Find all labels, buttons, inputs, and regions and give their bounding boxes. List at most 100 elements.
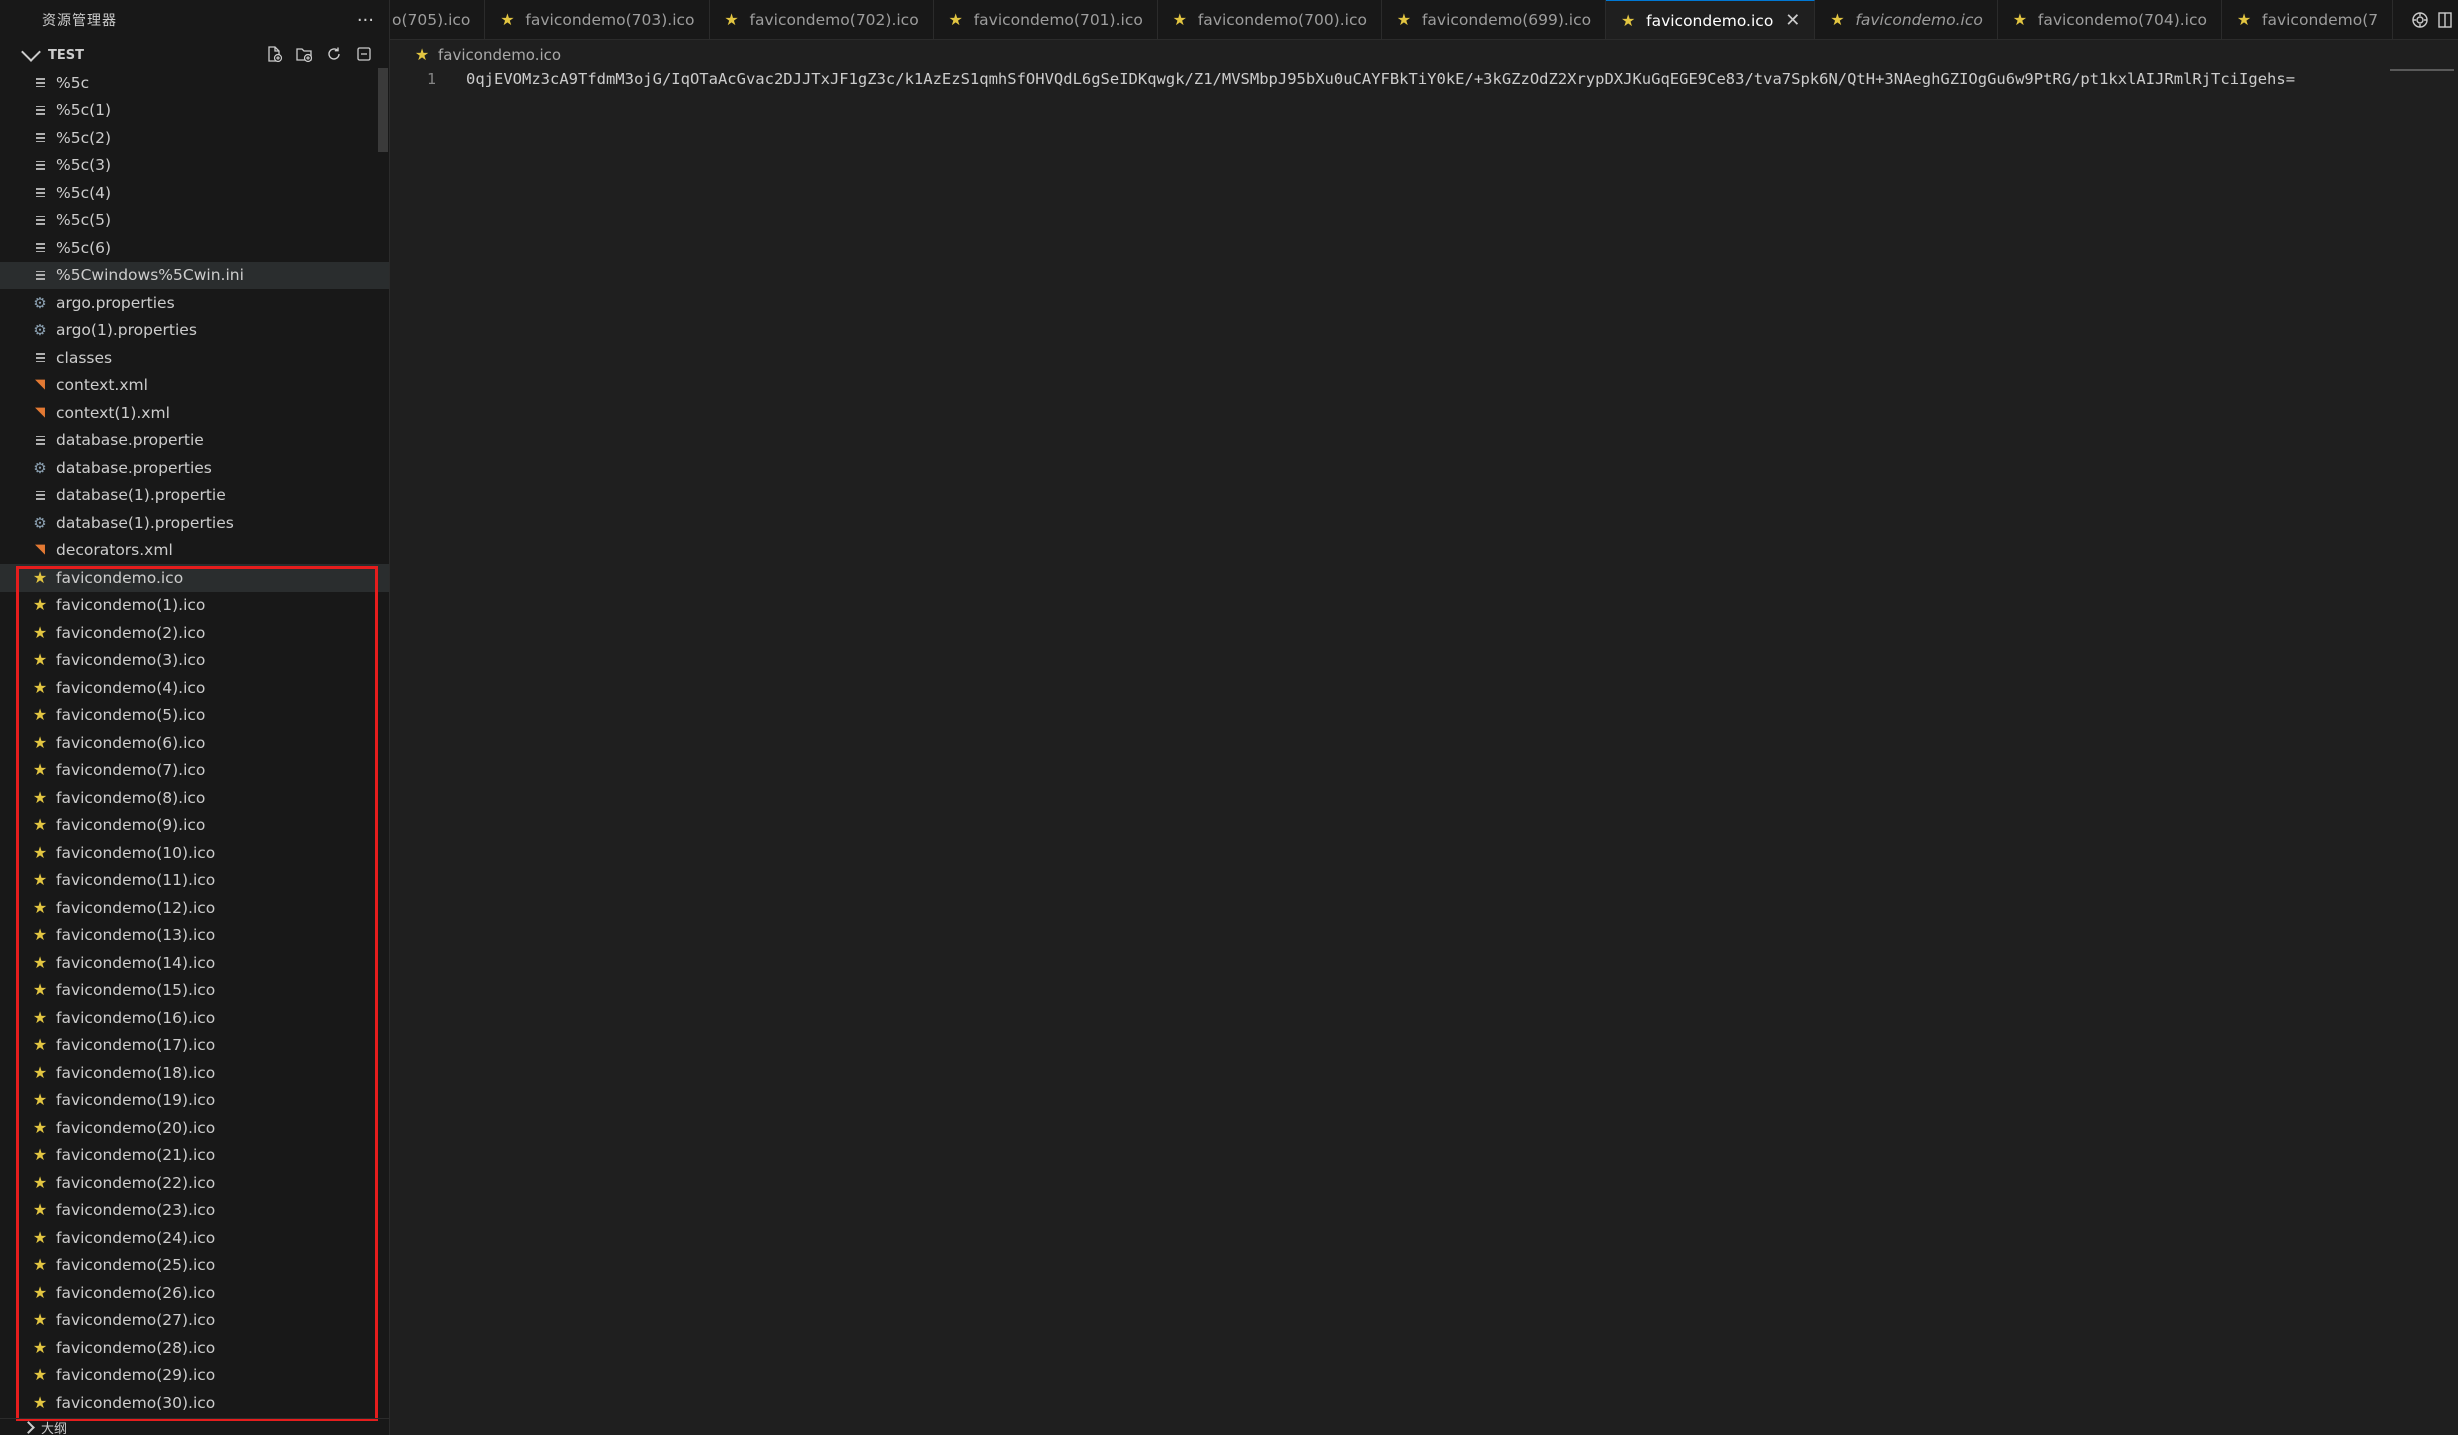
tab-label: favicondemo(704).ico xyxy=(2037,11,2207,29)
more-actions-button[interactable]: ··· xyxy=(357,10,374,31)
file-item[interactable]: ★ favicondemo(30).ico xyxy=(0,1389,389,1417)
file-item[interactable]: ⚙ argo.properties xyxy=(0,289,389,317)
text-file-icon xyxy=(32,240,48,256)
file-item[interactable]: ★ favicondemo(20).ico xyxy=(0,1114,389,1142)
file-tree: %5c %5c(1) %5c(2) %5c(3) %5c(4) %5c(5) %5c(6)%… xyxy=(0,69,389,1417)
new-folder-button[interactable] xyxy=(294,44,314,64)
file-item[interactable]: ★ favicondemo(12).ico xyxy=(0,894,389,922)
file-item[interactable]: ★ favicondemo(11).ico xyxy=(0,867,389,895)
tab-label: favicondemo(699).ico xyxy=(1421,11,1592,29)
file-item[interactable]: ★ favicondemo.ico xyxy=(0,564,389,592)
file-item-label: favicondemo(4).ico xyxy=(56,678,206,697)
file-item-label: favicondemo.ico xyxy=(56,568,184,587)
tab[interactable]: ★ favicondemo(702).ico xyxy=(710,0,934,39)
file-item[interactable]: ★ favicondemo(6).ico xyxy=(0,729,389,757)
file-item[interactable]: ★ favicondemo(10).ico xyxy=(0,839,389,867)
tab[interactable]: ★ favicondemo(704).ico xyxy=(1998,0,2222,39)
file-item[interactable]: ★ favicondemo(27).ico xyxy=(0,1307,389,1335)
file-item[interactable]: ★ favicondemo(3).ico xyxy=(0,647,389,675)
split-editor-icon[interactable] xyxy=(2438,10,2452,30)
star-file-icon: ★ xyxy=(1830,10,1845,29)
file-item[interactable]: %5c(6) xyxy=(0,234,389,262)
file-item[interactable]: database.propertie xyxy=(0,427,389,455)
editor-line-1[interactable]: 1 0qjEVOMz3cA9TfdmM3ojG/IqOTaAcGvac2DJJT… xyxy=(390,68,2458,90)
close-icon[interactable]: ✕ xyxy=(1785,10,1800,31)
file-item[interactable]: ⚙ database(1).properties xyxy=(0,509,389,537)
file-item-label: favicondemo(25).ico xyxy=(56,1256,216,1275)
breadcrumb-file[interactable]: favicondemo.ico xyxy=(438,46,561,64)
file-item[interactable]: ★ favicondemo(21).ico xyxy=(0,1142,389,1170)
new-file-button[interactable] xyxy=(264,44,284,64)
tab[interactable]: ★ favicondemo(7 xyxy=(2222,0,2394,39)
tab[interactable]: ★ favicondemo(700).ico xyxy=(1158,0,1382,39)
file-item[interactable]: ★ favicondemo(1).ico xyxy=(0,592,389,620)
file-item[interactable]: %5c xyxy=(0,69,389,97)
file-item[interactable]: ★ favicondemo(8).ico xyxy=(0,784,389,812)
file-item[interactable]: %5c(4) xyxy=(0,179,389,207)
file-item[interactable]: ★ favicondemo(18).ico xyxy=(0,1059,389,1087)
tab-active[interactable]: ★ favicondemo.ico ✕ xyxy=(1606,0,1816,39)
file-item-label: favicondemo(8).ico xyxy=(56,788,206,807)
file-item[interactable]: %5c(2) xyxy=(0,124,389,152)
file-item-label: context(1).xml xyxy=(56,403,170,422)
file-item[interactable]: ★ favicondemo(15).ico xyxy=(0,977,389,1005)
file-item[interactable]: %5Cwindows%5Cwin.ini xyxy=(0,261,389,289)
file-item-label: %5c(1) xyxy=(56,101,112,120)
tab[interactable]: ★ favicondemo(703).ico xyxy=(485,0,710,39)
file-item-label: favicondemo(14).ico xyxy=(56,953,216,972)
file-item[interactable]: ★ favicondemo(22).ico xyxy=(0,1169,389,1197)
code-text[interactable]: 0qjEVOMz3cA9TfdmM3ojG/IqOTaAcGvac2DJJTxJ… xyxy=(466,70,2295,88)
collapse-all-icon xyxy=(357,47,371,61)
preview-icon[interactable] xyxy=(2410,10,2430,30)
star-file-icon: ★ xyxy=(32,1172,48,1192)
tab[interactable]: ★ favicondemo(701).ico xyxy=(934,0,1158,39)
file-item-label: favicondemo(13).ico xyxy=(56,926,216,945)
file-item[interactable]: ◥ context.xml xyxy=(0,372,389,400)
file-item[interactable]: ★ favicondemo(7).ico xyxy=(0,757,389,785)
tab[interactable]: ★ favicondemo(699).ico xyxy=(1382,0,1607,39)
file-item[interactable]: ★ favicondemo(19).ico xyxy=(0,1087,389,1115)
file-item[interactable]: ★ favicondemo(13).ico xyxy=(0,922,389,950)
star-file-icon: ★ xyxy=(948,10,963,29)
star-file-icon: ★ xyxy=(724,10,739,29)
star-file-icon: ★ xyxy=(32,897,48,917)
gear-file-icon: ⚙ xyxy=(33,293,47,312)
file-item[interactable]: ★ favicondemo(29).ico xyxy=(0,1362,389,1390)
refresh-button[interactable] xyxy=(324,44,344,64)
file-item[interactable]: ★ favicondemo(17).ico xyxy=(0,1032,389,1060)
file-item[interactable]: ★ favicondemo(24).ico xyxy=(0,1224,389,1252)
file-item[interactable]: ★ favicondemo(9).ico xyxy=(0,812,389,840)
file-item-label: favicondemo(19).ico xyxy=(56,1091,216,1110)
collapse-all-button[interactable] xyxy=(354,44,374,64)
rss-file-icon: ◥ xyxy=(35,377,45,393)
file-item[interactable]: ★ favicondemo(16).ico xyxy=(0,1004,389,1032)
file-item[interactable]: ★ favicondemo(14).ico xyxy=(0,949,389,977)
file-item[interactable]: ◥ decorators.xml xyxy=(0,537,389,565)
file-item[interactable]: %5c(3) xyxy=(0,152,389,180)
file-item-label: favicondemo(23).ico xyxy=(56,1201,216,1220)
file-item[interactable]: ★ favicondemo(25).ico xyxy=(0,1252,389,1280)
refresh-icon xyxy=(328,47,340,60)
file-item[interactable]: %5c(5) xyxy=(0,207,389,235)
file-item[interactable]: ◥ context(1).xml xyxy=(0,399,389,427)
file-item[interactable]: database(1).propertie xyxy=(0,482,389,510)
file-item[interactable]: ★ favicondemo(23).ico xyxy=(0,1197,389,1225)
file-item[interactable]: classes xyxy=(0,344,389,372)
file-item[interactable]: %5c(1) xyxy=(0,97,389,125)
file-item[interactable]: ★ favicondemo(4).ico xyxy=(0,674,389,702)
file-item[interactable]: ★ favicondemo(5).ico xyxy=(0,702,389,730)
file-item[interactable]: ⚙ database.properties xyxy=(0,454,389,482)
file-item[interactable]: ★ favicondemo(26).ico xyxy=(0,1279,389,1307)
file-item[interactable]: ★ favicondemo(28).ico xyxy=(0,1334,389,1362)
folder-section-header[interactable]: TEST xyxy=(0,42,389,68)
breadcrumb[interactable]: ★ favicondemo.ico xyxy=(414,44,561,66)
outline-section-header[interactable]: 大纲 xyxy=(0,1418,389,1435)
file-item-label: %5Cwindows%5Cwin.ini xyxy=(56,266,244,285)
file-item[interactable]: ★ favicondemo(2).ico xyxy=(0,619,389,647)
tab-label: favicondemo(703).ico xyxy=(525,11,695,29)
minimap[interactable] xyxy=(2390,69,2454,71)
file-item-label: favicondemo(3).ico xyxy=(56,651,206,670)
tab[interactable]: o(705).ico xyxy=(390,0,486,39)
tab[interactable]: ★ favicondemo.ico xyxy=(1815,0,1998,39)
file-item[interactable]: ⚙ argo(1).properties xyxy=(0,317,389,345)
